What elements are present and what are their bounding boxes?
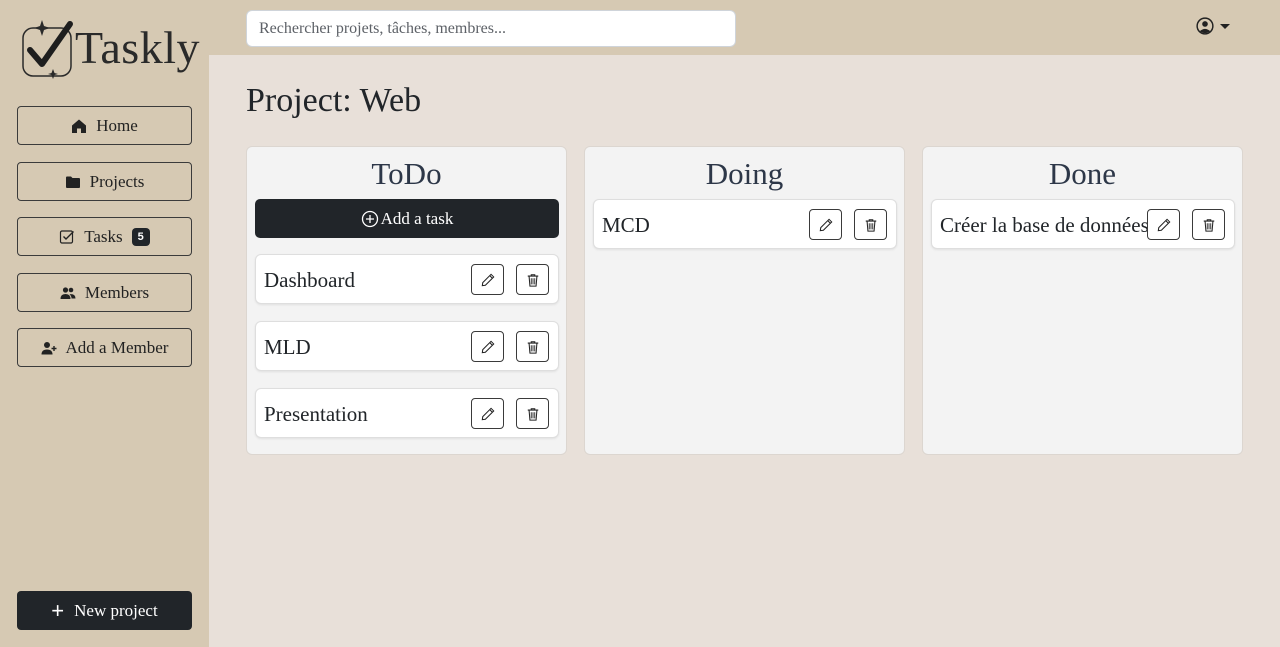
task-card[interactable]: MLD: [255, 321, 559, 371]
trash-icon: [527, 273, 538, 287]
person-add-icon: [41, 341, 57, 354]
trash-icon: [527, 340, 538, 354]
task-name: Presentation: [264, 402, 368, 426]
edit-task-button[interactable]: [471, 398, 504, 429]
column-todo: ToDo Add a task Dashboard MLD Presentati…: [246, 146, 567, 455]
pencil-icon: [481, 273, 494, 286]
column-done: Done Créer la base de données: [922, 146, 1243, 455]
add-task-button[interactable]: Add a task: [255, 199, 559, 238]
add-task-label: Add a task: [380, 208, 454, 228]
sidebar-item-label: Projects: [89, 171, 145, 191]
user-circle-icon: [1196, 17, 1214, 35]
trash-icon: [1203, 218, 1214, 232]
edit-task-button[interactable]: [1147, 209, 1180, 240]
trash-icon: [527, 407, 538, 421]
page-title: Project: Web: [246, 82, 422, 119]
sidebar: Taskly Home Projects Tasks 5 Members Add…: [0, 0, 209, 647]
task-card[interactable]: Créer la base de données: [931, 199, 1235, 249]
edit-task-button[interactable]: [471, 264, 504, 295]
column-doing: Doing MCD: [584, 146, 905, 455]
caret-down-icon: [1220, 23, 1230, 29]
house-icon: [72, 119, 87, 133]
top-bar: [209, 0, 1280, 55]
task-name: MCD: [602, 213, 650, 237]
task-name: Dashboard: [264, 268, 355, 292]
sidebar-item-add-member[interactable]: Add a Member: [17, 328, 192, 367]
task-name: Créer la base de données: [940, 213, 1149, 237]
new-project-label: New project: [74, 600, 158, 620]
search-input[interactable]: [246, 10, 736, 47]
delete-task-button[interactable]: [1192, 209, 1225, 240]
edit-task-button[interactable]: [471, 331, 504, 362]
delete-task-button[interactable]: [854, 209, 887, 240]
pencil-icon: [481, 340, 494, 353]
task-card[interactable]: Presentation: [255, 388, 559, 438]
task-card[interactable]: MCD: [593, 199, 897, 249]
tasks-count-badge: 5: [131, 227, 150, 246]
check-square-icon: [60, 229, 75, 244]
column-title: ToDo: [371, 156, 442, 191]
trash-icon: [865, 218, 876, 232]
sidebar-item-label: Add a Member: [65, 337, 169, 357]
sidebar-item-label: Home: [96, 115, 138, 135]
app-name: Taskly: [75, 22, 200, 73]
app-logo[interactable]: Taskly: [20, 14, 200, 82]
sidebar-item-projects[interactable]: Projects: [17, 162, 192, 201]
task-card[interactable]: Dashboard: [255, 254, 559, 304]
edit-task-button[interactable]: [809, 209, 842, 240]
sidebar-item-label: Tasks: [84, 226, 123, 246]
pencil-icon: [1157, 218, 1170, 231]
delete-task-button[interactable]: [516, 398, 549, 429]
folder-icon: [65, 176, 80, 188]
new-project-button[interactable]: + New project: [17, 591, 192, 630]
delete-task-button[interactable]: [516, 264, 549, 295]
pencil-icon: [481, 407, 494, 420]
logo-check-icon: [22, 20, 73, 79]
task-name: MLD: [264, 335, 311, 359]
sidebar-item-home[interactable]: Home: [17, 106, 192, 145]
column-title: Done: [1048, 156, 1117, 191]
pencil-icon: [819, 218, 832, 231]
sidebar-item-tasks[interactable]: Tasks 5: [17, 217, 192, 256]
plus-circle-icon: [361, 210, 378, 227]
people-icon: [60, 286, 76, 299]
column-title: Doing: [705, 156, 784, 191]
sidebar-item-label: Members: [84, 282, 150, 302]
sidebar-item-members[interactable]: Members: [17, 273, 192, 312]
plus-icon: +: [51, 597, 65, 623]
delete-task-button[interactable]: [516, 331, 549, 362]
user-menu-dropdown[interactable]: [1196, 17, 1230, 35]
